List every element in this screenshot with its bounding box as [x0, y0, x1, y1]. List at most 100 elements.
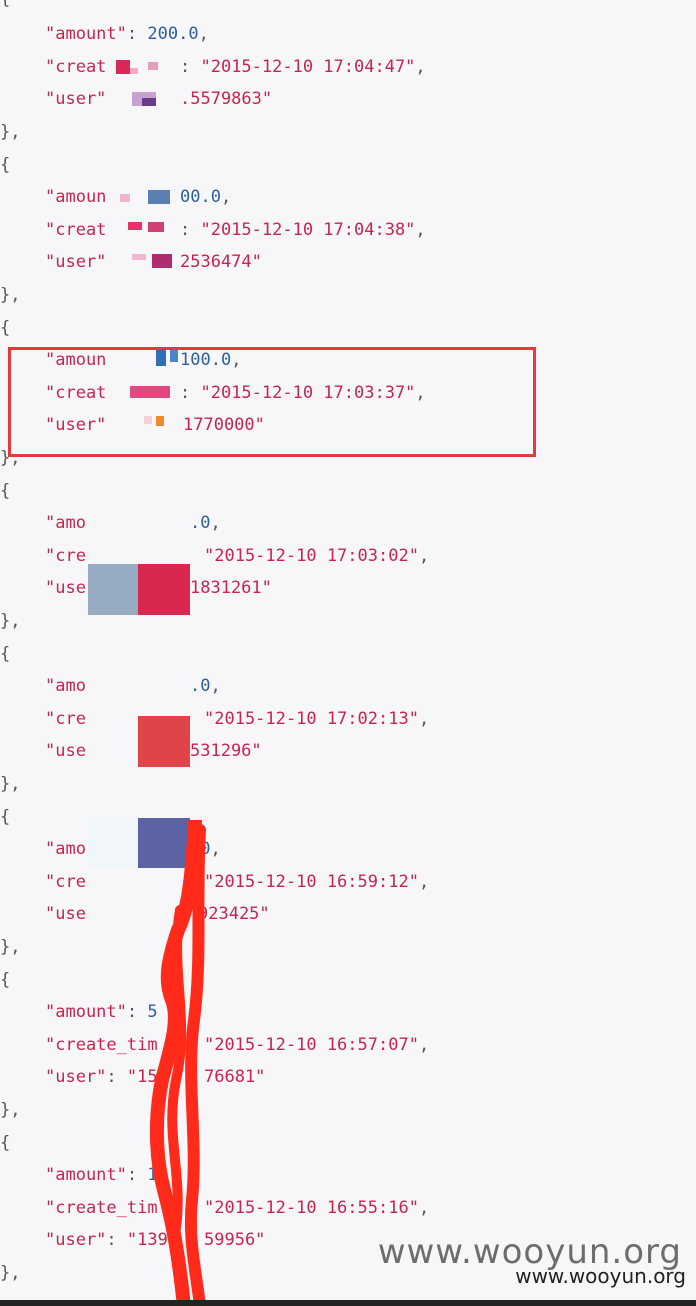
json-string: 2536474": [180, 252, 262, 272]
record-0-user-value: .5579863": [180, 86, 272, 112]
brace-close: },: [0, 1263, 21, 1283]
record-0-user-line: "user": [45, 86, 106, 112]
record-1-user-line: "user": [45, 249, 106, 275]
record-4-user-line: "use: [45, 738, 86, 764]
record-4-user-value: 531296": [190, 738, 262, 764]
record-6-create-line: "create_tim: [45, 1032, 158, 1058]
brace-close: },: [0, 611, 21, 631]
brace-open: {: [0, 318, 11, 338]
json-key: "amount": [45, 1002, 127, 1022]
json-string: "2015-12-10 17:03:02": [204, 546, 419, 566]
scribble-redaction: [150, 820, 206, 1300]
brace-open: {: [0, 0, 10, 12]
json-key: "creat: [45, 57, 107, 77]
json-key: "amo: [45, 839, 86, 859]
json-key: "use: [45, 578, 86, 598]
record-4-create-line: "cre: [45, 706, 86, 732]
record-1-amount-value: 00.0,: [180, 187, 232, 207]
record-5-amount-line: "amo: [0, 836, 86, 862]
json-number: .0: [190, 676, 211, 696]
record-4-amount-value: .0,: [190, 676, 221, 696]
record-7-amount-line: "amount": 11: [45, 1165, 168, 1185]
json-string: "2015-12-10 16:59:12": [204, 872, 419, 892]
record-0-create-line: "creat: [45, 54, 106, 80]
json-string: "2015-12-10 17:02:13": [204, 709, 419, 729]
json-key: "amount": [45, 24, 127, 44]
json-string: "2015-12-10 16:55:16": [204, 1198, 419, 1218]
brace-open: {: [0, 807, 11, 827]
brace-open: {: [0, 644, 11, 664]
json-key: "amo: [45, 676, 86, 696]
record-3-amount-value: .0,: [190, 513, 221, 533]
brace-close: },: [0, 937, 21, 957]
json-key: "cre: [45, 872, 86, 892]
record-0-create-value: : "2015-12-10 17:04:47",: [180, 57, 426, 77]
record-5-user-line: "use: [45, 901, 86, 927]
json-key: "user": [45, 1067, 107, 1087]
pixel-redaction: [118, 188, 180, 206]
highlight-rectangle: [8, 347, 536, 457]
json-number: 00.0: [180, 187, 221, 207]
record-1-create-line: "creat: [45, 217, 106, 243]
record-5-create-line: "cre: [45, 869, 86, 895]
json-viewer: { "amount": 200.0, "creat : "2015-12-10 …: [0, 0, 696, 1300]
record-5-create-value: "2015-12-10 16:59:12",: [204, 872, 430, 892]
json-key: "cre: [45, 546, 86, 566]
json-key: "use: [45, 741, 86, 761]
record-4-create-value: "2015-12-10 17:02:13",: [204, 709, 430, 729]
redaction-block: [88, 564, 138, 615]
json-key: "create_tim: [45, 1198, 158, 1218]
record-3-create-line: "cre: [45, 543, 86, 569]
json-key: "create_tim: [45, 1035, 158, 1055]
window-bottom-edge: [0, 1300, 696, 1306]
json-key: "amount": [45, 1165, 127, 1185]
brace-open: {: [0, 970, 11, 990]
pixel-redaction: [112, 58, 172, 76]
json-key: "cre: [45, 709, 86, 729]
record-3-amount-line: "amo: [0, 510, 86, 536]
json-string: "2015-12-10 16:57:07": [204, 1035, 419, 1055]
pixel-redaction: [118, 220, 180, 238]
record-1-user-value: 2536474": [180, 249, 262, 275]
json-string: "2015-12-10 17:04:47": [200, 57, 416, 77]
json-string: "2015-12-10 17:04:38": [200, 220, 416, 240]
json-key: "user": [45, 252, 107, 272]
record-7-create-line: "create_tim: [45, 1195, 158, 1221]
json-key: "amo: [45, 513, 86, 533]
json-number: .0: [190, 513, 211, 533]
json-string: .5579863": [180, 89, 273, 109]
brace-close: },: [0, 774, 21, 794]
record-3-user-line: "use: [45, 575, 86, 601]
json-key: "user": [45, 89, 107, 109]
record-3-user-value: 1831261": [190, 575, 272, 601]
record-3-create-value: "2015-12-10 17:03:02",: [204, 546, 430, 566]
watermark-small: www.wooyun.org: [515, 1264, 686, 1288]
record-4-amount-line: "amo: [0, 673, 86, 699]
json-number: 200.0: [147, 24, 199, 44]
brace-open: {: [0, 155, 11, 175]
json-key: "creat: [45, 220, 107, 240]
record-1-amount-line: "amoun: [0, 184, 106, 210]
brace-open: {: [0, 1133, 11, 1153]
record-6-amount-line: "amount": 5: [45, 1002, 158, 1022]
json-string: 531296": [190, 741, 262, 761]
brace-close: },: [0, 122, 21, 142]
pixel-redaction: [112, 252, 182, 270]
redaction-block: [88, 818, 138, 868]
redaction-block: [138, 564, 190, 615]
json-key: "use: [45, 904, 86, 924]
json-key: "amoun: [45, 187, 107, 207]
record-7-create-value: "2015-12-10 16:55:16",: [204, 1198, 430, 1218]
record-1-create-value: : "2015-12-10 17:04:38",: [180, 220, 426, 240]
brace-close: },: [0, 285, 21, 305]
brace-close: },: [0, 1100, 21, 1120]
record-6-user-line: "user": "15: [45, 1067, 158, 1087]
record-0-amount-line: "amount": 200.0,: [45, 24, 209, 44]
record-7-user-line: "user": "139: [45, 1230, 168, 1250]
pixel-redaction: [128, 90, 182, 108]
brace-open: {: [0, 481, 11, 501]
record-6-create-value: "2015-12-10 16:57:07",: [204, 1035, 430, 1055]
redaction-block: [138, 716, 190, 767]
json-string: 1831261": [190, 578, 272, 598]
json-key: "user": [45, 1230, 107, 1250]
